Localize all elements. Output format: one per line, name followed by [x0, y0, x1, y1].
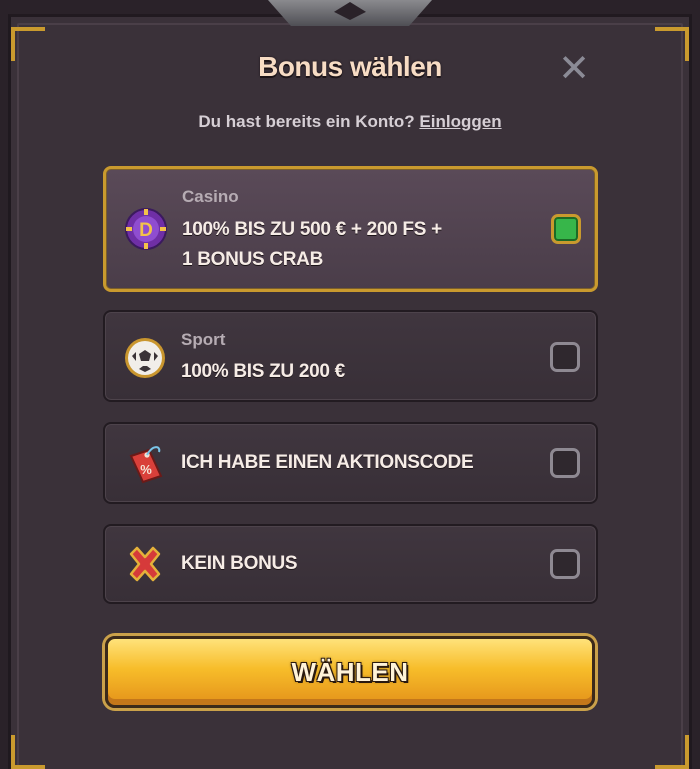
svg-text:%: % [140, 462, 152, 477]
choose-button[interactable]: WÄHLEN [105, 636, 595, 708]
option-category: Casino [182, 187, 239, 206]
corner-ornament [655, 735, 689, 769]
bonus-option-no-bonus[interactable]: KEIN BONUS [103, 524, 598, 604]
bonus-option-promo-code[interactable]: % ICH HABE EINEN AKTIONSCODE [103, 422, 598, 504]
casino-chip-icon: D [125, 208, 167, 250]
option-offer-line1: KEIN BONUS [181, 553, 298, 574]
option-checkbox[interactable] [550, 342, 580, 372]
option-offer-line1: 100% BIS ZU 500 € + 200 FS + [182, 219, 442, 240]
soccer-ball-icon [125, 338, 165, 378]
choose-button-label: WÄHLEN [291, 657, 409, 687]
option-offer-line2: 1 BONUS CRAB [182, 249, 324, 270]
option-checkbox[interactable] [550, 448, 580, 478]
svg-text:D: D [139, 220, 153, 241]
login-prompt: Du hast bereits ein Konto? Einloggen [0, 112, 700, 132]
option-checkbox[interactable] [551, 214, 581, 244]
bonus-option-sport[interactable]: Sport 100% BIS ZU 200 € [103, 310, 598, 402]
bonus-option-casino[interactable]: D Casino 100% BIS ZU 500 € + 200 FS + 1 … [103, 166, 598, 292]
top-ornament [268, 0, 432, 26]
login-prompt-text: Du hast bereits ein Konto? [198, 112, 415, 131]
close-icon[interactable]: ✕ [556, 49, 592, 87]
red-x-icon [129, 546, 161, 582]
dialog-title: Bonus wählen [258, 51, 442, 82]
corner-ornament [11, 735, 45, 769]
promo-tag-icon: % [129, 446, 163, 484]
option-offer-line1: 100% BIS ZU 200 € [181, 361, 345, 382]
option-category: Sport [181, 330, 226, 349]
login-link[interactable]: Einloggen [419, 112, 501, 131]
option-offer-line1: ICH HABE EINEN AKTIONSCODE [181, 452, 474, 473]
option-checkbox[interactable] [550, 549, 580, 579]
